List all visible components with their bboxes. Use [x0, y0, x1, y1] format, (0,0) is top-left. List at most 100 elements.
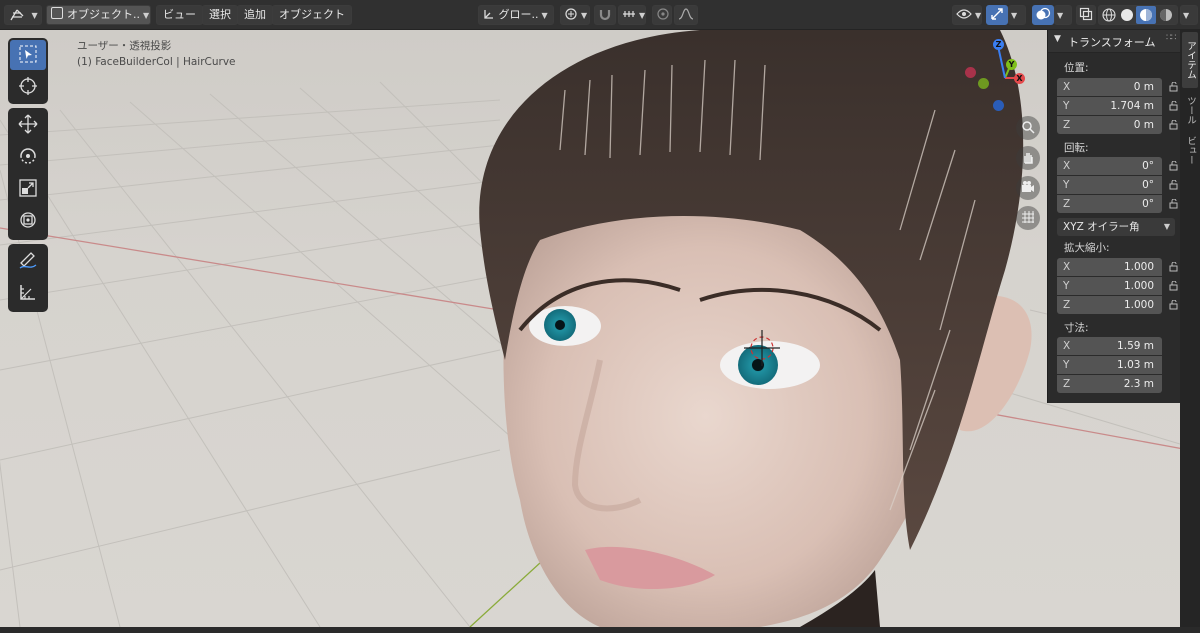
pan-button[interactable]	[1016, 146, 1040, 170]
toolbar-group-transform	[8, 108, 48, 240]
scale-tool[interactable]	[10, 174, 46, 204]
chevron-down-icon: ▼	[1183, 11, 1190, 20]
location-label: 位置:	[1064, 62, 1089, 74]
chevron-down-icon: ▼	[541, 11, 548, 20]
rotation-x-field[interactable]: X 0°	[1057, 157, 1162, 175]
dimensions-x-field[interactable]: X 1.59 m	[1057, 337, 1162, 355]
proportional-falloff-dropdown[interactable]	[674, 5, 698, 25]
lock-icon[interactable]	[1169, 179, 1179, 190]
status-bar	[0, 627, 1200, 633]
overlay-icon	[1035, 7, 1051, 22]
navigation-gizmo[interactable]: Z Y X	[960, 34, 1040, 114]
visibility-dropdown[interactable]: ▼	[952, 5, 982, 25]
dimensions-z-field[interactable]: Z 2.3 m	[1057, 375, 1162, 393]
zoom-button[interactable]	[1016, 116, 1040, 140]
lock-icon[interactable]	[1169, 198, 1179, 209]
mode-dropdown[interactable]: オブジェクト.. ▼	[46, 5, 151, 25]
snap-target-dropdown[interactable]: ▼	[618, 5, 646, 25]
rotation-label: 回転:	[1064, 142, 1089, 154]
lock-icon[interactable]	[1169, 160, 1179, 171]
magnet-icon	[598, 8, 612, 21]
tab-item[interactable]: アイテム	[1182, 32, 1198, 88]
overlays-toggle[interactable]	[1032, 5, 1054, 25]
transform-tool[interactable]	[10, 206, 46, 236]
gizmo-neg-z-axis[interactable]	[993, 100, 1004, 111]
3d-viewport[interactable]: ユーザー・透視投影 (1) FaceBuilderCol | HairCurve	[0, 30, 1200, 627]
menu-object[interactable]: オブジェクト	[272, 5, 352, 25]
rotation-mode-dropdown[interactable]: XYZ オイラー角 ▼	[1057, 218, 1175, 236]
viewport-editor-icon	[9, 8, 29, 21]
gizmo-x-axis[interactable]: X	[1014, 73, 1025, 84]
location-x-field[interactable]: X0 m	[1057, 78, 1162, 96]
snap-increment-icon	[622, 8, 636, 21]
lock-icon[interactable]	[1169, 119, 1179, 130]
proportional-edit-icon	[656, 8, 670, 21]
transform-orientation-dropdown[interactable]: グロー.. ▼	[478, 5, 554, 25]
camera-icon	[1021, 180, 1035, 197]
gizmo-toggle[interactable]	[986, 5, 1008, 25]
lock-icon[interactable]	[1169, 299, 1179, 310]
scale-label: 拡大縮小:	[1064, 242, 1110, 254]
overlays-dropdown[interactable]: ▼	[1054, 5, 1072, 25]
lock-icon[interactable]	[1169, 100, 1179, 111]
gizmo-y-axis[interactable]: Y	[1006, 59, 1017, 70]
transform-panel-header[interactable]: ▼ トランスフォーム ∷∷	[1048, 30, 1181, 53]
camera-view-button[interactable]	[1016, 176, 1040, 200]
lock-icon[interactable]	[1169, 81, 1179, 92]
snap-toggle[interactable]	[594, 5, 616, 25]
location-z-field[interactable]: Z0 m	[1057, 116, 1162, 134]
select-box-tool[interactable]	[10, 40, 46, 70]
gizmo-neg-x-axis[interactable]	[965, 67, 976, 78]
rendered-shading-icon[interactable]	[1159, 8, 1173, 28]
scale-x-field[interactable]: X 1.000	[1057, 258, 1162, 276]
scale-y-field[interactable]: Y 1.000	[1057, 277, 1162, 295]
ortho-toggle-button[interactable]	[1016, 206, 1040, 230]
measure-tool[interactable]	[10, 278, 46, 308]
chevron-down-icon: ▼	[31, 11, 38, 20]
scale-z-field[interactable]: Z 1.000	[1057, 296, 1162, 314]
gizmo-z-axis[interactable]: Z	[993, 39, 1004, 50]
object-mode-icon	[51, 7, 63, 19]
gizmo-neg-y-axis[interactable]	[978, 78, 989, 89]
move-arrows-icon	[18, 114, 38, 137]
move-tool[interactable]	[10, 110, 46, 140]
lock-icon[interactable]	[1169, 280, 1179, 291]
drag-handle-icon[interactable]: ∷∷	[1166, 33, 1177, 43]
pivot-icon	[564, 8, 578, 21]
solid-shading-icon[interactable]	[1120, 8, 1134, 28]
xray-toggle[interactable]	[1076, 5, 1096, 25]
chevron-down-icon: ▼	[639, 11, 646, 20]
material-preview-shading-icon[interactable]	[1136, 6, 1156, 24]
menu-add[interactable]: 追加	[237, 5, 273, 25]
shading-options-dropdown[interactable]: ▼	[1180, 5, 1198, 25]
sidebar-tabs: アイテム ツール ビュー	[1180, 30, 1200, 627]
gizmo-dropdown[interactable]: ▼	[1008, 5, 1026, 25]
menu-select[interactable]: 選択	[202, 5, 238, 25]
tab-tool[interactable]: ツール	[1182, 92, 1198, 128]
location-y-field[interactable]: Y 1.704 m	[1057, 97, 1162, 115]
rotation-z-field[interactable]: Z 0°	[1057, 195, 1162, 213]
chevron-down-icon: ▼	[581, 11, 588, 20]
cursor-tool[interactable]	[10, 72, 46, 102]
lock-icon[interactable]	[1169, 261, 1179, 272]
toolbar-group-annotate	[8, 244, 48, 312]
magnifier-icon	[1021, 120, 1035, 137]
dimensions-label: 寸法:	[1064, 322, 1089, 334]
xray-icon	[1079, 7, 1093, 21]
viewport-header: ▼ オブジェクト.. ▼ ビュー 選択 追加 オブジェクト グロー.. ▼ ▼ ▼ …	[0, 0, 1200, 30]
annotate-tool[interactable]	[10, 246, 46, 276]
menu-view[interactable]: ビュー	[156, 5, 203, 25]
dimensions-y-field[interactable]: Y 1.03 m	[1057, 356, 1162, 374]
tab-view[interactable]: ビュー	[1182, 132, 1198, 168]
proportional-edit-toggle[interactable]	[652, 5, 672, 25]
rotate-tool[interactable]	[10, 142, 46, 172]
collapse-arrow-icon: ▼	[1054, 34, 1061, 44]
editor-type-button[interactable]: ▼	[4, 5, 42, 25]
wireframe-shading-icon[interactable]	[1102, 8, 1116, 28]
ruler-icon	[18, 282, 38, 305]
gizmo-icon	[989, 8, 1005, 22]
pivot-point-dropdown[interactable]: ▼	[560, 5, 590, 25]
rotation-y-field[interactable]: Y 0°	[1057, 176, 1162, 194]
view-perspective-label: ユーザー・透視投影	[77, 40, 172, 52]
chevron-down-icon: ▼	[975, 11, 982, 20]
